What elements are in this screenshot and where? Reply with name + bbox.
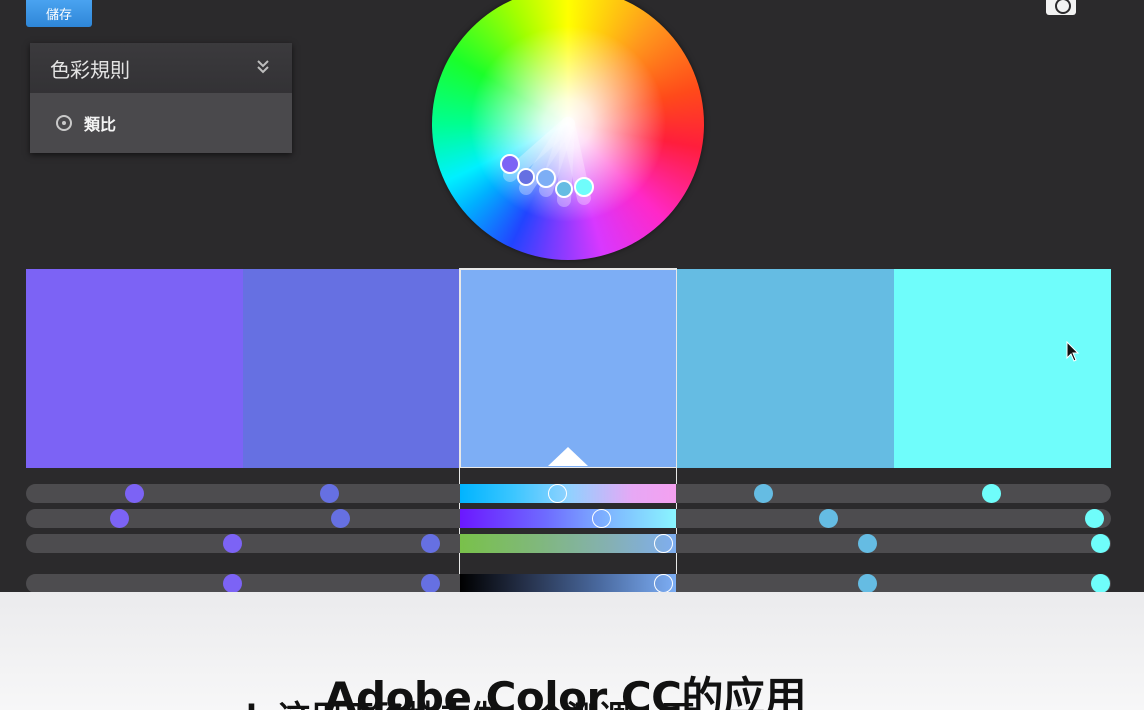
wheel-color-handle[interactable]: [500, 154, 520, 174]
wheel-color-handle[interactable]: [555, 180, 573, 198]
color-wheel-handles[interactable]: [432, 0, 704, 260]
slider-knob[interactable]: [125, 484, 144, 503]
color-swatch[interactable]: [677, 269, 894, 468]
active-slider-gradient[interactable]: [460, 574, 676, 593]
slider-knob[interactable]: [591, 509, 611, 528]
slider-knob[interactable]: [1090, 534, 1110, 553]
save-button[interactable]: 儲存: [26, 0, 92, 27]
color-rule-title: 色彩規則: [50, 57, 130, 82]
mouse-cursor-icon: [1066, 341, 1080, 362]
color-swatch[interactable]: [243, 269, 460, 468]
slider-knob[interactable]: [548, 484, 568, 503]
subtitle-line: ok 这用正确地去做一个测调一下: [224, 692, 694, 710]
active-slider-gradient[interactable]: [460, 484, 676, 503]
color-rule-panel: 色彩規則 類比: [30, 43, 292, 153]
slider-knob[interactable]: [1090, 574, 1110, 593]
camera-icon[interactable]: [1046, 0, 1076, 15]
wheel-color-handle[interactable]: [517, 168, 535, 186]
subtitle-bar: Adobe Color CC的应用 ok 这用正确地去做一个测调一下: [0, 592, 1144, 710]
chevron-double-down-icon[interactable]: [256, 58, 270, 78]
active-swatch-caret-icon: [548, 447, 588, 466]
active-slider-gradient[interactable]: [460, 509, 676, 528]
rule-option-analogous[interactable]: 類比: [30, 93, 292, 153]
wheel-color-handle[interactable]: [574, 177, 594, 197]
active-slider-gradient[interactable]: [460, 534, 676, 553]
slider-knob[interactable]: [222, 534, 242, 553]
color-swatch[interactable]: [894, 269, 1111, 468]
color-swatch[interactable]: [26, 269, 243, 468]
wheel-color-handle[interactable]: [536, 168, 556, 188]
slider-knob[interactable]: [222, 574, 242, 593]
color-rule-dropdown[interactable]: 色彩規則: [30, 43, 292, 93]
slider-knob[interactable]: [331, 509, 351, 528]
radio-icon[interactable]: [56, 115, 72, 131]
slider-knob[interactable]: [982, 484, 1002, 503]
rule-option-label: 類比: [84, 115, 117, 134]
color-swatch[interactable]: [460, 269, 677, 468]
slider-knob[interactable]: [109, 509, 129, 528]
